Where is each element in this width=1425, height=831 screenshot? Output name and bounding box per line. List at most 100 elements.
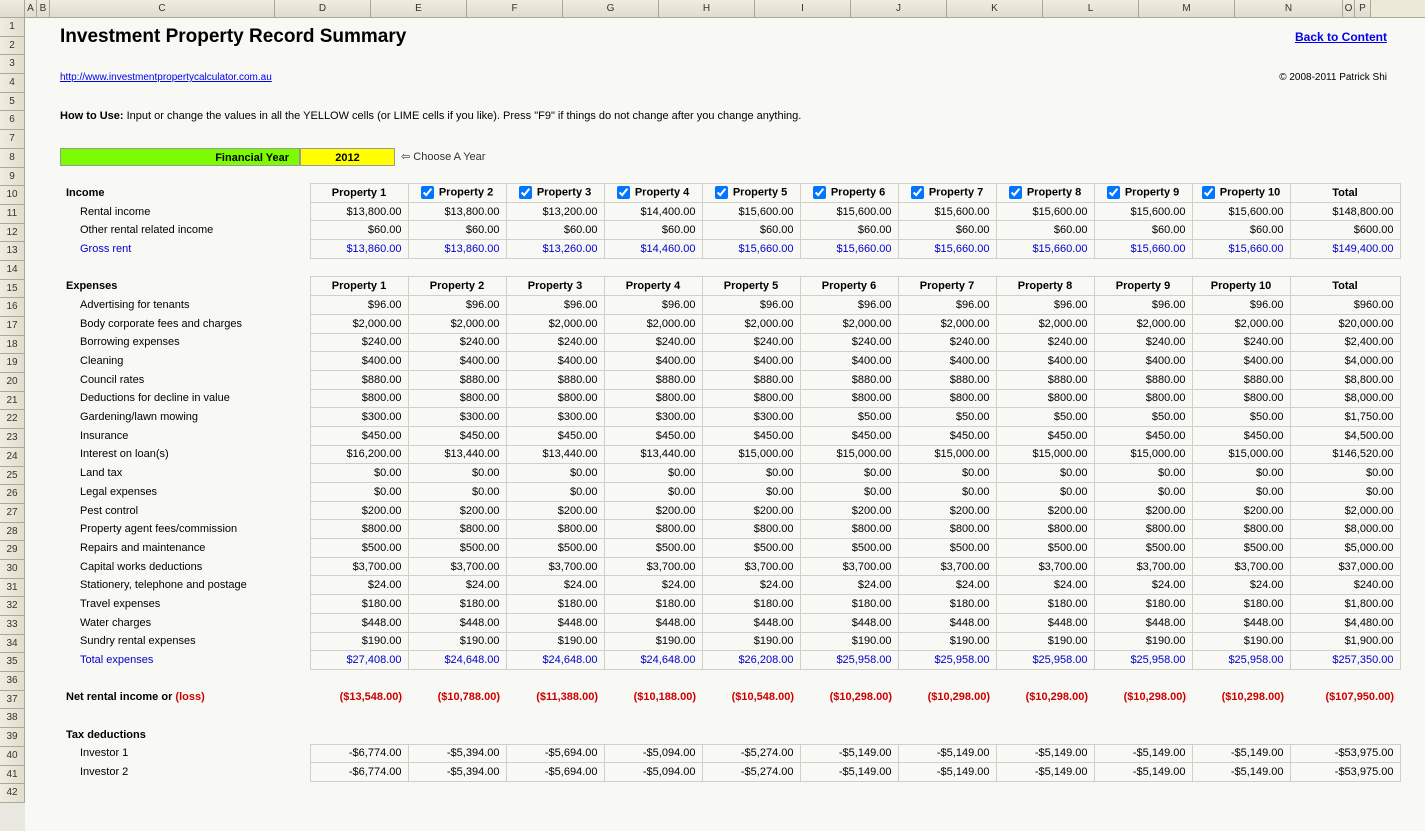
cell[interactable]: ($10,548.00): [702, 688, 800, 707]
row-header-26[interactable]: 26: [0, 485, 25, 504]
cell[interactable]: $15,600.00: [898, 202, 996, 221]
cell[interactable]: -$5,149.00: [898, 744, 996, 763]
cell[interactable]: $0.00: [702, 483, 800, 502]
row-header-27[interactable]: 27: [0, 504, 25, 523]
cell[interactable]: $25,958.00: [996, 651, 1094, 670]
cell[interactable]: Investor 2: [60, 763, 310, 782]
cell[interactable]: $96.00: [506, 296, 604, 315]
column-header-E[interactable]: E: [371, 0, 467, 17]
cell[interactable]: $2,000.00: [604, 314, 702, 333]
cell[interactable]: $15,000.00: [996, 445, 1094, 464]
cell[interactable]: $15,600.00: [1192, 202, 1290, 221]
cell[interactable]: $180.00: [310, 595, 408, 614]
cell[interactable]: -$5,149.00: [996, 744, 1094, 763]
cell[interactable]: $880.00: [408, 370, 506, 389]
column-header-B[interactable]: B: [37, 0, 50, 17]
row-header-37[interactable]: 37: [0, 691, 25, 710]
header-cell[interactable]: Property 9: [1094, 184, 1192, 203]
cell[interactable]: $600.00: [1290, 221, 1400, 240]
cell[interactable]: $0.00: [408, 483, 506, 502]
cell[interactable]: $448.00: [1094, 613, 1192, 632]
cell[interactable]: $450.00: [506, 426, 604, 445]
cell[interactable]: $800.00: [604, 389, 702, 408]
cell[interactable]: $500.00: [1094, 539, 1192, 558]
row-header-11[interactable]: 11: [0, 205, 25, 224]
cell[interactable]: $800.00: [800, 389, 898, 408]
cell[interactable]: ($10,188.00): [604, 688, 702, 707]
row-header-35[interactable]: 35: [0, 653, 25, 672]
cell[interactable]: $400.00: [898, 352, 996, 371]
cell[interactable]: $3,700.00: [1094, 557, 1192, 576]
cell[interactable]: Insurance: [60, 426, 310, 445]
cell[interactable]: $800.00: [1094, 389, 1192, 408]
row-header-28[interactable]: 28: [0, 523, 25, 542]
cell[interactable]: $1,750.00: [1290, 408, 1400, 427]
property-toggle-checkbox[interactable]: [813, 186, 826, 199]
cell[interactable]: $800.00: [800, 520, 898, 539]
cell[interactable]: $24.00: [604, 576, 702, 595]
cell[interactable]: $180.00: [996, 595, 1094, 614]
cell[interactable]: $180.00: [702, 595, 800, 614]
cell[interactable]: $300.00: [506, 408, 604, 427]
cell[interactable]: $880.00: [310, 370, 408, 389]
cell[interactable]: $60.00: [898, 221, 996, 240]
cell[interactable]: $13,800.00: [310, 202, 408, 221]
cell[interactable]: -$5,149.00: [800, 763, 898, 782]
cell[interactable]: $800.00: [408, 520, 506, 539]
cell[interactable]: $800.00: [1094, 520, 1192, 539]
cell[interactable]: $3,700.00: [408, 557, 506, 576]
cell[interactable]: $800.00: [702, 520, 800, 539]
cell[interactable]: $800.00: [996, 389, 1094, 408]
cell[interactable]: $300.00: [702, 408, 800, 427]
cell[interactable]: -$5,149.00: [800, 744, 898, 763]
cell[interactable]: $448.00: [800, 613, 898, 632]
cell[interactable]: $96.00: [604, 296, 702, 315]
cell[interactable]: $880.00: [800, 370, 898, 389]
cell[interactable]: -$6,774.00: [310, 763, 408, 782]
cell[interactable]: $24.00: [898, 576, 996, 595]
row-header-20[interactable]: 20: [0, 373, 25, 392]
cell[interactable]: $200.00: [310, 501, 408, 520]
cell[interactable]: $800.00: [996, 520, 1094, 539]
row-header-7[interactable]: 7: [0, 130, 25, 149]
cell[interactable]: $96.00: [702, 296, 800, 315]
cell[interactable]: $400.00: [996, 352, 1094, 371]
cell[interactable]: $800.00: [702, 389, 800, 408]
cell[interactable]: $800.00: [1192, 389, 1290, 408]
cell[interactable]: Gross rent: [60, 240, 310, 259]
cell[interactable]: $25,958.00: [800, 651, 898, 670]
cell[interactable]: $500.00: [898, 539, 996, 558]
cell[interactable]: $240.00: [1192, 333, 1290, 352]
cell[interactable]: $25,958.00: [1192, 651, 1290, 670]
cell[interactable]: $2,000.00: [408, 314, 506, 333]
cell[interactable]: $13,860.00: [310, 240, 408, 259]
cell[interactable]: $240.00: [506, 333, 604, 352]
cell[interactable]: Repairs and maintenance: [60, 539, 310, 558]
cell[interactable]: $190.00: [996, 632, 1094, 651]
cell[interactable]: $0.00: [898, 483, 996, 502]
cell[interactable]: $300.00: [408, 408, 506, 427]
cell[interactable]: Tax deductions: [60, 725, 1400, 744]
cell[interactable]: $148,800.00: [1290, 202, 1400, 221]
cell[interactable]: $0.00: [1290, 464, 1400, 483]
cell[interactable]: $190.00: [800, 632, 898, 651]
cell[interactable]: $8,800.00: [1290, 370, 1400, 389]
row-header-14[interactable]: 14: [0, 261, 25, 280]
cell[interactable]: $800.00: [506, 389, 604, 408]
cell[interactable]: $15,000.00: [800, 445, 898, 464]
cell[interactable]: Council rates: [60, 370, 310, 389]
column-header-D[interactable]: D: [275, 0, 371, 17]
cell[interactable]: $0.00: [1290, 483, 1400, 502]
cell[interactable]: $37,000.00: [1290, 557, 1400, 576]
row-header-12[interactable]: 12: [0, 224, 25, 243]
row-header-39[interactable]: 39: [0, 728, 25, 747]
cell[interactable]: $400.00: [506, 352, 604, 371]
cell[interactable]: $180.00: [898, 595, 996, 614]
cell[interactable]: Cleaning: [60, 352, 310, 371]
cell[interactable]: $500.00: [604, 539, 702, 558]
cell[interactable]: $880.00: [604, 370, 702, 389]
row-header-17[interactable]: 17: [0, 317, 25, 336]
cell[interactable]: -$5,694.00: [506, 744, 604, 763]
cell[interactable]: $1,800.00: [1290, 595, 1400, 614]
cell[interactable]: $15,660.00: [898, 240, 996, 259]
